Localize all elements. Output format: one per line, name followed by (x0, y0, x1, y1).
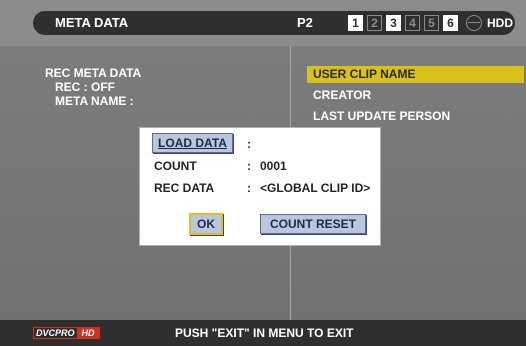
menu-item-user-clip-name[interactable]: USER CLIP NAME (307, 66, 524, 83)
menu-item-last-update-person[interactable]: LAST UPDATE PERSON (307, 108, 524, 125)
rec-status: REC : OFF (55, 80, 115, 94)
load-data-dialog: LOAD DATA : COUNT : 0001 REC DATA : <GLO… (139, 127, 381, 246)
card-slot-5: 5 (424, 15, 439, 31)
rec-data-value: <GLOBAL CLIP ID> (260, 181, 371, 195)
card-slot-6: 6 (443, 15, 458, 31)
hdd-label: HDD (487, 16, 513, 30)
dvcpro-logo-text: DVCPRO (33, 327, 77, 339)
ok-button[interactable]: OK (189, 213, 223, 235)
top-bar: META DATA P2 1 2 3 4 5 6 HDD (0, 0, 526, 46)
viewfinder-screen: META DATA P2 1 2 3 4 5 6 HDD REC META DA… (0, 0, 526, 346)
load-data-button[interactable]: LOAD DATA (152, 133, 233, 153)
count-label: COUNT (154, 159, 197, 173)
card-slot-4: 4 (405, 15, 420, 31)
menu-item-creator[interactable]: CREATOR (307, 87, 524, 104)
rec-data-separator: : (247, 181, 251, 195)
meta-name-label: META NAME : (55, 94, 134, 108)
card-slot-3: 3 (386, 15, 401, 31)
count-reset-button[interactable]: COUNT RESET (260, 214, 366, 234)
rec-data-label: REC DATA (154, 181, 215, 195)
dvcpro-hd-logo: DVCPRO HD (33, 326, 100, 340)
load-data-separator: : (247, 137, 251, 151)
hd-logo-text: HD (76, 327, 100, 339)
p2-label: P2 (297, 15, 313, 30)
count-value: 0001 (260, 159, 287, 173)
exit-instruction: PUSH "EXIT" IN MENU TO EXIT (175, 326, 354, 340)
rec-meta-data-heading: REC META DATA (45, 66, 142, 80)
count-separator: : (247, 159, 251, 173)
menu-title: META DATA (33, 11, 325, 35)
bottom-bar: DVCPRO HD PUSH "EXIT" IN MENU TO EXIT (0, 320, 526, 346)
card-slot-2: 2 (367, 15, 382, 31)
card-slot-1: 1 (348, 15, 363, 31)
hdd-icon (466, 15, 482, 31)
